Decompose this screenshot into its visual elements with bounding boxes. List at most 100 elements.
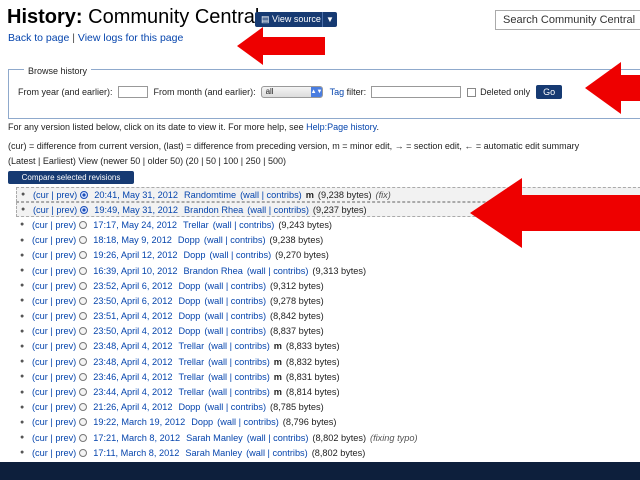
cur-prev-links[interactable]: (cur | prev) [32, 433, 76, 443]
cur-prev-links[interactable]: (cur | prev) [33, 205, 77, 215]
revision-date-link[interactable]: 17:21, March 8, 2012 [93, 433, 180, 443]
chevron-down-icon[interactable]: ▼ [322, 12, 337, 27]
revision-date-link[interactable]: 16:39, April 10, 2012 [93, 266, 177, 276]
compare-revisions-button[interactable]: Compare selected revisions [8, 171, 134, 184]
cur-prev-links[interactable]: (cur | prev) [33, 190, 77, 200]
cur-prev-links[interactable]: (cur | prev) [32, 402, 76, 412]
revision-date-link[interactable]: 23:44, April 4, 2012 [93, 387, 172, 397]
wall-contribs-links[interactable]: (wall | contribs) [217, 417, 279, 427]
view-logs-link[interactable]: View logs for this page [78, 32, 183, 44]
revision-user-link[interactable]: Randomtime [184, 190, 236, 200]
wall-contribs-links[interactable]: (wall | contribs) [204, 326, 266, 336]
revision-radio[interactable] [80, 205, 89, 214]
revision-radio[interactable] [79, 342, 88, 351]
wall-contribs-links[interactable]: (wall | contribs) [204, 296, 266, 306]
revision-user-link[interactable]: Trellar [178, 357, 204, 367]
wall-contribs-links[interactable]: (wall | contribs) [213, 220, 275, 230]
cur-prev-links[interactable]: (cur | prev) [32, 372, 76, 382]
cur-prev-links[interactable]: (cur | prev) [32, 250, 76, 260]
cur-prev-links[interactable]: (cur | prev) [32, 311, 76, 321]
revision-user-link[interactable]: Trellar [183, 220, 209, 230]
back-to-page-link[interactable]: Back to page [8, 32, 69, 44]
cur-prev-links[interactable]: (cur | prev) [32, 220, 76, 230]
revision-radio[interactable] [79, 388, 88, 397]
revision-user-link[interactable]: Trellar [178, 341, 204, 351]
revision-radio[interactable] [79, 236, 88, 245]
revision-radio[interactable] [79, 220, 88, 229]
revision-date-link[interactable]: 19:49, May 31, 2012 [94, 205, 178, 215]
revision-user-link[interactable]: Dopp [178, 402, 200, 412]
cur-prev-links[interactable]: (cur | prev) [32, 387, 76, 397]
revision-radio[interactable] [79, 296, 88, 305]
revision-radio[interactable] [79, 312, 88, 321]
revision-user-link[interactable]: Brandon Rhea [184, 266, 243, 276]
wall-contribs-links[interactable]: (wall | contribs) [247, 205, 309, 215]
cur-prev-links[interactable]: (cur | prev) [32, 326, 76, 336]
revision-date-link[interactable]: 23:48, April 4, 2012 [93, 341, 172, 351]
help-page-history-link[interactable]: Help:Page history [306, 122, 376, 132]
revision-user-link[interactable]: Dopp [191, 417, 213, 427]
revision-user-link[interactable]: Dopp [178, 326, 200, 336]
revision-user-link[interactable]: Dopp [178, 281, 200, 291]
revision-date-link[interactable]: 17:17, May 24, 2012 [93, 220, 177, 230]
revision-date-link[interactable]: 23:52, April 6, 2012 [93, 281, 172, 291]
revision-user-link[interactable]: Trellar [178, 387, 204, 397]
revision-date-link[interactable]: 18:18, May 9, 2012 [93, 235, 172, 245]
revision-date-link[interactable]: 21:26, April 4, 2012 [93, 402, 172, 412]
wall-contribs-links[interactable]: (wall | contribs) [204, 311, 266, 321]
revision-radio-new[interactable] [80, 190, 89, 199]
revision-date-link[interactable]: 19:26, April 12, 2012 [93, 250, 177, 260]
cur-prev-links[interactable]: (cur | prev) [32, 281, 76, 291]
cur-prev-links[interactable]: (cur | prev) [32, 357, 76, 367]
search-input[interactable]: Search Community Central [495, 10, 640, 30]
deleted-only-checkbox[interactable] [467, 87, 477, 97]
revision-radio[interactable] [79, 251, 88, 260]
revision-user-link[interactable]: Brandon Rhea [184, 205, 243, 215]
wall-contribs-links[interactable]: (wall | contribs) [240, 190, 302, 200]
revision-user-link[interactable]: Trellar [178, 372, 204, 382]
cur-prev-links[interactable]: (cur | prev) [32, 266, 76, 276]
month-select[interactable]: all ▲▼ [260, 86, 323, 98]
revision-date-link[interactable]: 20:41, May 31, 2012 [94, 190, 178, 200]
revision-user-link[interactable]: Sarah Manley [186, 433, 243, 443]
year-input[interactable] [117, 86, 148, 98]
revision-radio[interactable] [79, 281, 88, 290]
revision-radio[interactable] [79, 433, 88, 442]
tag-link[interactable]: Tag [330, 87, 345, 97]
revision-date-link[interactable]: 23:48, April 4, 2012 [93, 357, 172, 367]
go-button[interactable]: Go [536, 85, 563, 99]
tag-filter-input[interactable] [371, 86, 462, 98]
cur-prev-links[interactable]: (cur | prev) [32, 296, 76, 306]
revision-user-link[interactable]: Dopp [184, 250, 206, 260]
revision-radio[interactable] [79, 357, 88, 366]
revision-radio[interactable] [79, 372, 88, 381]
wall-contribs-links[interactable]: (wall | contribs) [204, 235, 266, 245]
revision-user-link[interactable]: Dopp [178, 235, 200, 245]
revision-user-link[interactable]: Sarah Manley [185, 448, 242, 458]
wall-contribs-links[interactable]: (wall | contribs) [247, 433, 309, 443]
cur-prev-links[interactable]: (cur | prev) [32, 341, 76, 351]
wall-contribs-links[interactable]: (wall | contribs) [208, 387, 270, 397]
revision-radio[interactable] [79, 418, 88, 427]
revision-user-link[interactable]: Dopp [178, 296, 200, 306]
revision-date-link[interactable]: 23:50, April 4, 2012 [93, 326, 172, 336]
wall-contribs-links[interactable]: (wall | contribs) [204, 281, 266, 291]
wall-contribs-links[interactable]: (wall | contribs) [204, 402, 266, 412]
view-source-button[interactable]: ▤ View source ▼ [255, 12, 337, 27]
revision-user-link[interactable]: Dopp [178, 311, 200, 321]
revision-date-link[interactable]: 23:51, April 4, 2012 [93, 311, 172, 321]
revision-radio[interactable] [79, 327, 88, 336]
revision-radio[interactable] [79, 448, 88, 457]
wall-contribs-links[interactable]: (wall | contribs) [208, 372, 270, 382]
wall-contribs-links[interactable]: (wall | contribs) [208, 357, 270, 367]
revision-date-link[interactable]: 23:50, April 6, 2012 [93, 296, 172, 306]
revision-radio[interactable] [79, 403, 88, 412]
revision-date-link[interactable]: 19:22, March 19, 2012 [93, 417, 185, 427]
cur-prev-links[interactable]: (cur | prev) [32, 417, 76, 427]
wall-contribs-links[interactable]: (wall | contribs) [246, 448, 308, 458]
cur-prev-links[interactable]: (cur | prev) [32, 448, 76, 458]
revision-date-link[interactable]: 23:46, April 4, 2012 [93, 372, 172, 382]
revision-radio[interactable] [79, 266, 88, 275]
wall-contribs-links[interactable]: (wall | contribs) [247, 266, 309, 276]
cur-prev-links[interactable]: (cur | prev) [32, 235, 76, 245]
